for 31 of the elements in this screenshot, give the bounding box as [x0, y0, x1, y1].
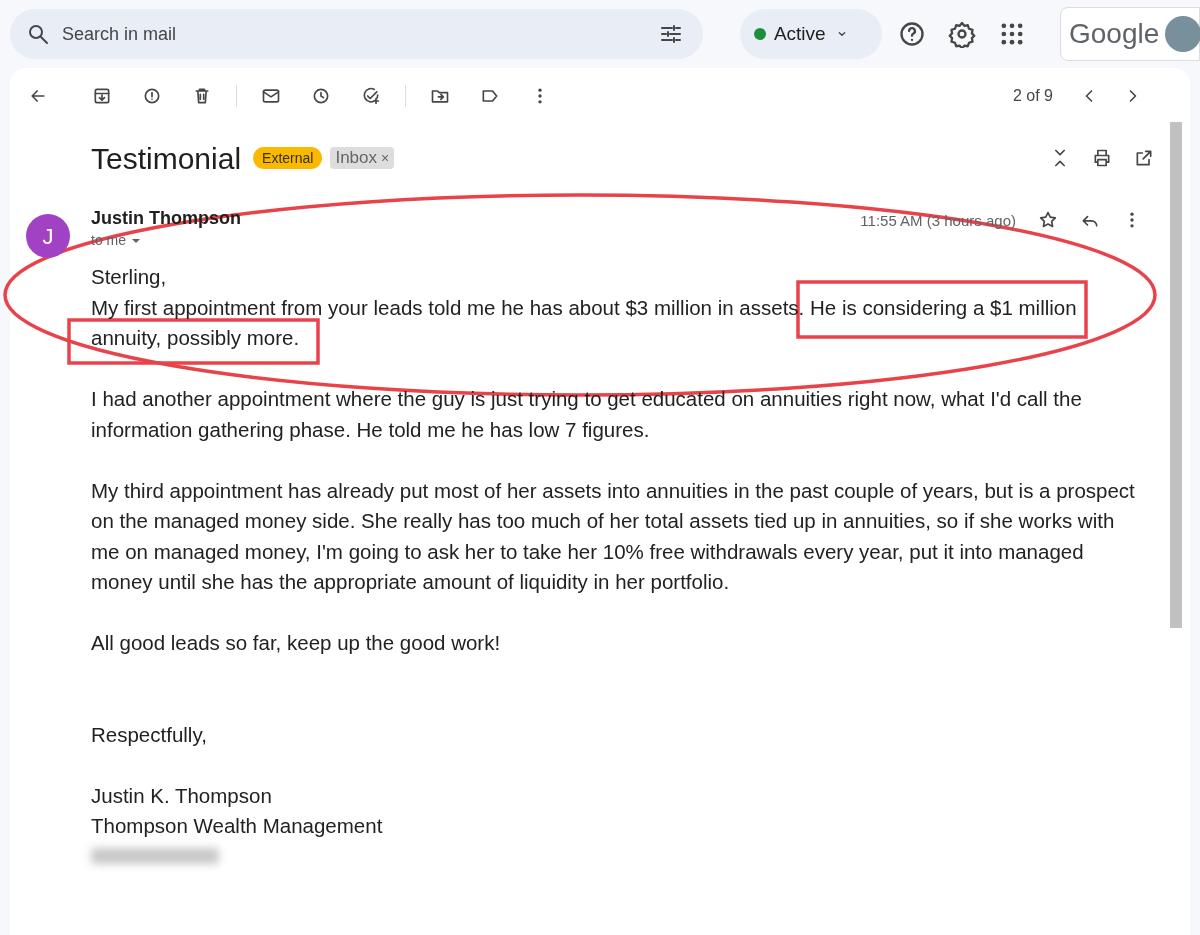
signature-line: Justin K. Thompson [91, 782, 273, 809]
print-icon[interactable] [1092, 148, 1112, 168]
status-button[interactable]: Active [739, 9, 882, 59]
clock-icon[interactable] [311, 86, 331, 106]
open-new-window-icon[interactable] [1134, 148, 1154, 168]
brand-logo: Google [1069, 17, 1160, 51]
avatar-icon[interactable] [1165, 16, 1200, 52]
status-label: Active [773, 21, 826, 46]
search-input[interactable]: Search in mail [62, 20, 659, 48]
search-icon[interactable] [26, 22, 50, 46]
subject-title: Testimonial [91, 140, 242, 177]
email-paragraph: All good leads so far, keep up the good work! [91, 630, 502, 656]
sender-avatar: J [26, 214, 70, 258]
mail-icon[interactable] [261, 86, 281, 106]
search-field[interactable]: Search in mail [10, 9, 703, 59]
email-paragraph: My third appointment has already put most of her assets into annuities in the past couple of years, but is a prospect on the managed money side. She really has too much of her total assets tied up in annuities, so if she works with me on managed money, I'm going to ask her to take her 10% free withdrawals every year, put it into managed money until she has the appropriate amount of liquidity in her portfolio. [91, 477, 1136, 595]
pagination-label: 2 of 9 [1012, 86, 1053, 106]
archive-icon[interactable] [92, 86, 112, 106]
scrollbar[interactable] [1170, 122, 1182, 628]
remove-label-button[interactable]: × [381, 147, 390, 169]
filter-icon[interactable] [658, 22, 683, 46]
closing-text: Respectfully, [91, 721, 208, 748]
star-icon[interactable] [1038, 210, 1058, 230]
help-icon[interactable] [898, 20, 926, 48]
spam-icon[interactable] [142, 86, 162, 106]
label-text: Inbox [335, 147, 377, 170]
add-task-icon[interactable] [361, 86, 381, 106]
signature-line: Thompson Wealth Management [91, 813, 384, 839]
settings-icon[interactable] [948, 20, 976, 48]
external-label: External [253, 147, 323, 169]
account-panel[interactable]: Google [1060, 7, 1200, 61]
